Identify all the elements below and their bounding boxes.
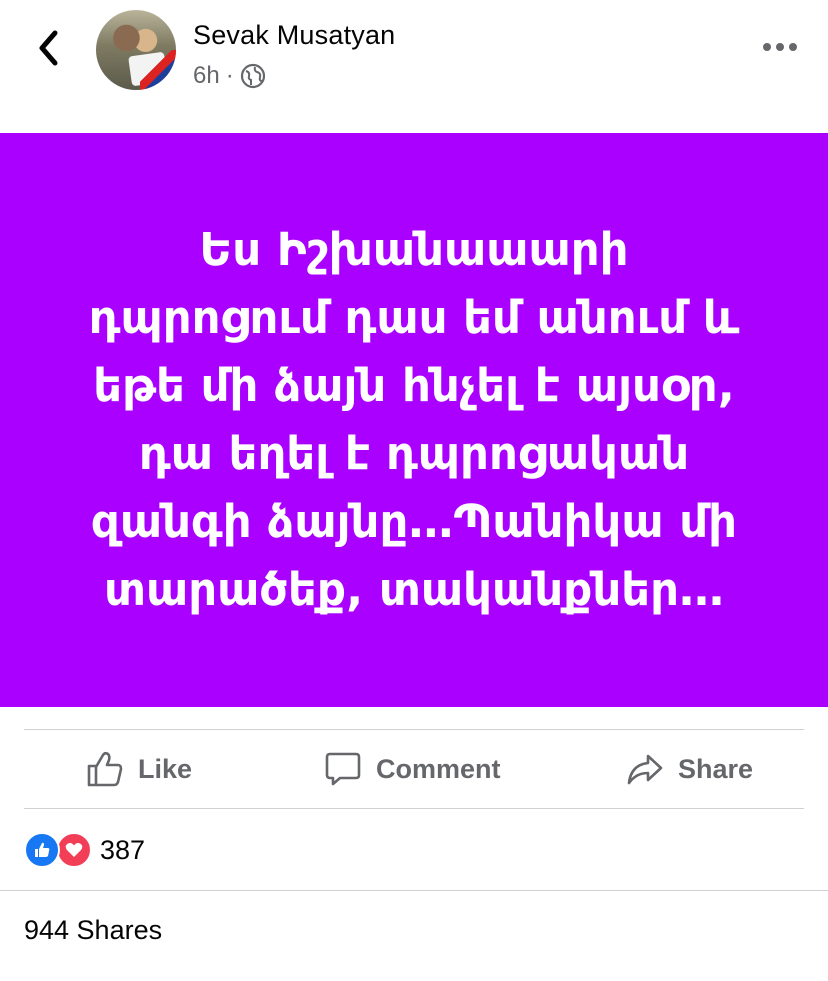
post-meta: 6h · [193,62,266,90]
post-text-line: տարածեք, տականքներ… [103,563,725,616]
comment-icon [325,752,361,786]
share-button[interactable]: Share [626,730,753,808]
divider-bottom [0,890,828,891]
avatar-flag [140,50,176,90]
thumbs-up-icon [87,751,123,787]
more-horizontal-icon [763,43,797,51]
share-arrow-icon [627,754,663,785]
post-time[interactable]: 6h [193,62,220,90]
comment-button[interactable]: Comment [324,730,501,808]
reaction-count: 387 [100,834,146,865]
avatar[interactable] [96,10,176,90]
globe-icon[interactable] [240,63,266,89]
post-header: Sevak Musatyan 6h · [0,0,828,132]
author-name[interactable]: Sevak Musatyan [193,20,395,51]
post-text-line: եթե մի ձայն հնչել է այսօր, [93,359,735,412]
more-options-button[interactable] [760,32,800,62]
reactions-summary[interactable]: 387 [24,830,145,870]
post-text: Ես Իշխանաաարի դպրոցում դաս եմ անում և եթ… [54,216,774,624]
post-text-line: Ես Իշխանաաարի [199,223,629,276]
meta-separator: · [225,62,234,89]
like-label: Like [138,753,193,784]
divider-middle [24,808,804,809]
post-background: Ես Իշխանաաարի դպրոցում դաս եմ անում և եթ… [0,133,828,707]
share-label: Share [678,753,754,784]
post-text-line: դպրոցում դաս եմ անում և [88,291,740,344]
post-text-line: դա եղել է դպրոցական [138,427,690,480]
like-reaction-icon [24,832,60,868]
like-button[interactable]: Like [86,730,192,808]
chevron-left-icon [39,30,58,66]
action-bar: Like Comment Share [0,730,828,808]
comment-label: Comment [376,753,501,784]
back-button[interactable] [28,28,68,68]
post-text-line: զանգի ձայնը…Պանիկա մի [90,495,738,548]
love-reaction-icon [56,832,92,868]
shares-count[interactable]: 944 Shares [24,915,162,946]
